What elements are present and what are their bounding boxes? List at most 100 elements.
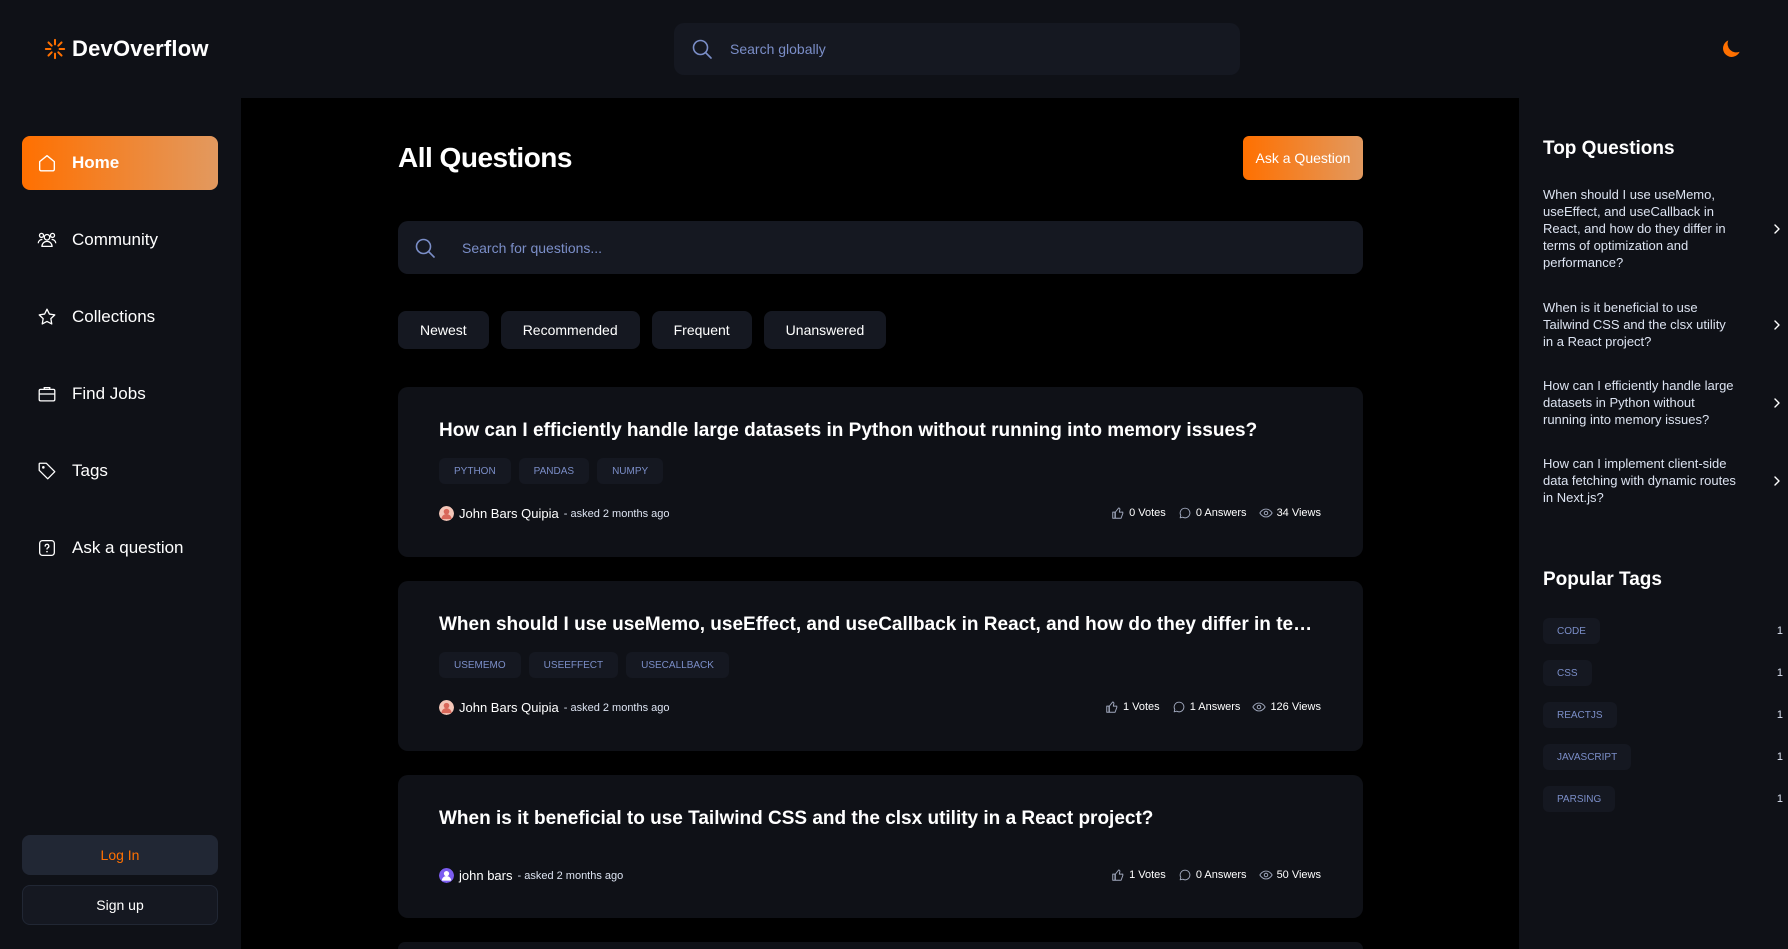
- views-stat: 50 Views: [1258, 868, 1321, 882]
- filter-recommended[interactable]: Recommended: [500, 311, 640, 349]
- sidebar-item-label: Home: [72, 153, 120, 172]
- question-search-input[interactable]: [462, 239, 1262, 256]
- avatar: [439, 700, 454, 715]
- question-search: [398, 221, 1363, 274]
- filter-newest[interactable]: Newest: [398, 311, 489, 349]
- tag-icon: [38, 462, 56, 480]
- sidebar-item-collections[interactable]: Collections: [22, 290, 218, 344]
- question-card: When should I use useMemo, useEffect, an…: [398, 581, 1363, 751]
- sidebar-item-home[interactable]: Home: [22, 136, 218, 190]
- sidebar-item-find-jobs[interactable]: Find Jobs: [22, 367, 218, 421]
- filter-frequent[interactable]: Frequent: [651, 311, 752, 349]
- top-question-text: When should I use useMemo, useEffect, an…: [1543, 187, 1726, 270]
- logo-icon: [44, 38, 66, 60]
- chevron-right-icon: [1774, 223, 1780, 234]
- sidebar-item-label: Find Jobs: [72, 384, 146, 403]
- question-tag[interactable]: USEMEMO: [439, 652, 521, 678]
- popular-tag[interactable]: JAVASCRIPT: [1543, 744, 1632, 770]
- question-tags: USEMEMO USEEFFECT USECALLBACK: [439, 652, 729, 678]
- answers-stat: 0 Answers: [1178, 506, 1247, 520]
- author-name[interactable]: John Bars Quipia: [459, 700, 559, 715]
- chevron-right-icon: [1774, 397, 1780, 408]
- tag-count: 1: [1776, 793, 1783, 805]
- tag-count: 1: [1776, 625, 1783, 637]
- question-tag[interactable]: PYTHON: [439, 458, 511, 484]
- top-question-item[interactable]: When should I use useMemo, useEffect, an…: [1543, 186, 1783, 271]
- thumbs-up-icon: [1112, 869, 1124, 881]
- top-questions-heading: Top Questions: [1543, 138, 1675, 159]
- tag-count: 1: [1776, 667, 1783, 679]
- popular-tag[interactable]: CODE: [1543, 618, 1600, 644]
- signup-button[interactable]: Sign up: [22, 885, 218, 925]
- author-name[interactable]: John Bars Quipia: [459, 506, 559, 521]
- question-meta: John Bars Quipia - asked 2 months ago: [439, 506, 670, 521]
- sidebar-item-community[interactable]: Community: [22, 213, 218, 267]
- suitcase-icon: [38, 386, 56, 402]
- views-count: 50 Views: [1276, 869, 1321, 881]
- answers-stat: 0 Answers: [1178, 868, 1247, 882]
- page-title: All Questions: [398, 142, 572, 173]
- question-title[interactable]: How can I efficiently handle large datas…: [439, 420, 1319, 442]
- question-stats: 0 Votes 0 Answers 34 Views: [1111, 506, 1321, 520]
- views-count: 34 Views: [1276, 507, 1321, 519]
- votes-count: 0 Votes: [1129, 507, 1166, 519]
- popular-tag-row: JAVASCRIPT 1: [1543, 744, 1783, 770]
- sidebar-item-label: Tags: [72, 461, 108, 480]
- app-name: DevOverflow: [72, 36, 209, 61]
- sidebar-item-label: Collections: [72, 307, 156, 326]
- popular-tag[interactable]: REACTJS: [1543, 702, 1617, 728]
- question-tag[interactable]: USECALLBACK: [626, 652, 729, 678]
- votes-stat: 0 Votes: [1111, 506, 1166, 520]
- sidebar-item-tags[interactable]: Tags: [22, 444, 218, 498]
- answers-count: 0 Answers: [1195, 507, 1247, 519]
- views-stat: 126 Views: [1252, 700, 1321, 714]
- popular-tags-heading: Popular Tags: [1543, 569, 1662, 590]
- global-search: [674, 23, 1240, 75]
- question-tag[interactable]: PANDAS: [518, 458, 590, 484]
- tag-count: 1: [1776, 709, 1783, 721]
- eye-icon: [1252, 702, 1267, 712]
- question-title[interactable]: When is it beneficial to use Tailwind CS…: [439, 808, 1319, 830]
- message-icon: [1173, 701, 1185, 713]
- top-question-text: When is it beneficial to use Tailwind CS…: [1543, 300, 1726, 349]
- ask-question-button[interactable]: Ask a Question: [1243, 136, 1363, 180]
- question-title[interactable]: When should I use useMemo, useEffect, an…: [439, 614, 1319, 636]
- asked-time: - asked 2 months ago: [563, 507, 670, 520]
- asked-time: - asked 2 months ago: [517, 869, 624, 882]
- question-stats: 1 Votes 0 Answers 50 Views: [1111, 868, 1321, 882]
- login-button[interactable]: Log In: [22, 835, 218, 875]
- question-meta: John Bars Quipia - asked 2 months ago: [439, 700, 670, 715]
- popular-tag-row: PARSING 1: [1543, 786, 1783, 812]
- answers-count: 1 Answers: [1189, 701, 1241, 713]
- popular-tag-row: CSS 1: [1543, 660, 1783, 686]
- question-icon: [39, 540, 55, 556]
- sidebar-item-ask-question[interactable]: Ask a question: [22, 521, 218, 575]
- question-tag[interactable]: NUMPY: [597, 458, 664, 484]
- question-card: [398, 942, 1363, 949]
- top-question-item[interactable]: How can I implement client-side data fet…: [1543, 455, 1783, 506]
- app-logo[interactable]: DevOverflow: [44, 36, 209, 62]
- votes-stat: 1 Votes: [1105, 700, 1160, 714]
- chevron-right-icon: [1774, 319, 1780, 330]
- filter-unanswered[interactable]: Unanswered: [763, 311, 887, 349]
- top-question-text: How can I efficiently handle large datas…: [1543, 378, 1734, 427]
- popular-tag[interactable]: PARSING: [1543, 786, 1616, 812]
- asked-time: - asked 2 months ago: [563, 701, 670, 714]
- eye-icon: [1258, 508, 1273, 518]
- avatar: [439, 868, 454, 883]
- votes-count: 1 Votes: [1129, 869, 1166, 881]
- top-question-item[interactable]: When is it beneficial to use Tailwind CS…: [1543, 299, 1783, 350]
- views-stat: 34 Views: [1258, 506, 1321, 520]
- thumbs-up-icon: [1106, 701, 1118, 713]
- global-search-input[interactable]: [730, 41, 1190, 57]
- author-name[interactable]: john bars: [459, 868, 512, 883]
- eye-icon: [1258, 870, 1273, 880]
- question-tag[interactable]: USEEFFECT: [528, 652, 619, 678]
- chevron-right-icon: [1774, 475, 1780, 486]
- popular-tag[interactable]: CSS: [1543, 660, 1592, 686]
- question-meta: john bars - asked 2 months ago: [439, 868, 623, 883]
- top-question-item[interactable]: How can I efficiently handle large datas…: [1543, 377, 1783, 428]
- moon-icon[interactable]: [1718, 36, 1744, 62]
- votes-stat: 1 Votes: [1111, 868, 1166, 882]
- answers-stat: 1 Answers: [1172, 700, 1241, 714]
